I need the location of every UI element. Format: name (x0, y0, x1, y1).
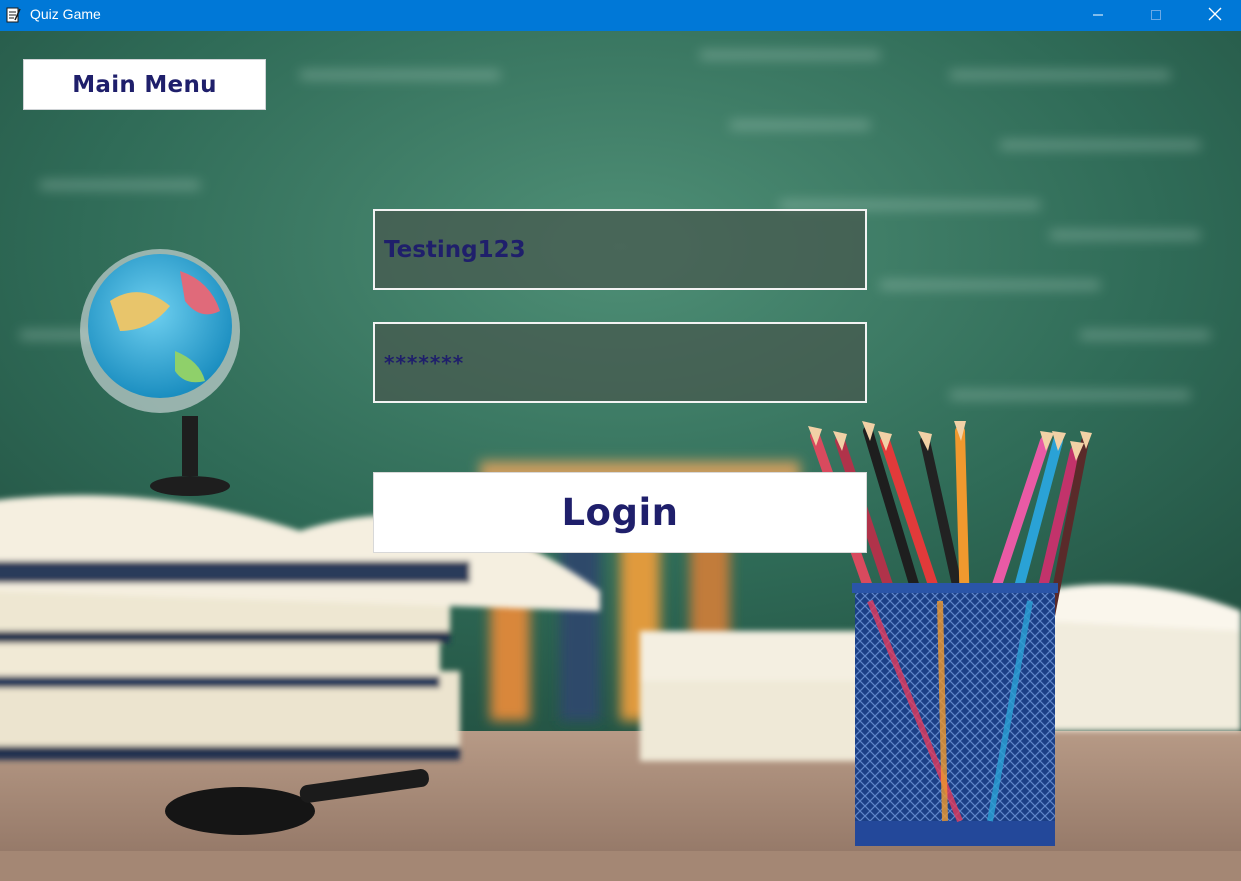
username-input[interactable]: Testing123 (373, 209, 867, 290)
main-menu-button[interactable]: Main Menu (23, 59, 266, 110)
minimize-button[interactable] (1075, 0, 1121, 31)
username-value: Testing123 (384, 236, 526, 263)
background-image (0, 31, 1241, 881)
maximize-button[interactable] (1133, 0, 1179, 31)
minimize-icon (1092, 6, 1104, 25)
notepad-icon (6, 6, 21, 24)
title-bar: Quiz Game (0, 0, 1241, 31)
main-menu-label: Main Menu (72, 71, 217, 98)
maximize-icon (1150, 6, 1162, 25)
password-value: ******* (384, 350, 465, 375)
window-title: Quiz Game (30, 6, 101, 22)
close-button[interactable] (1192, 0, 1238, 31)
password-input[interactable]: ******* (373, 322, 867, 403)
close-icon (1208, 6, 1222, 25)
login-label: Login (561, 491, 679, 534)
login-button[interactable]: Login (373, 472, 867, 553)
